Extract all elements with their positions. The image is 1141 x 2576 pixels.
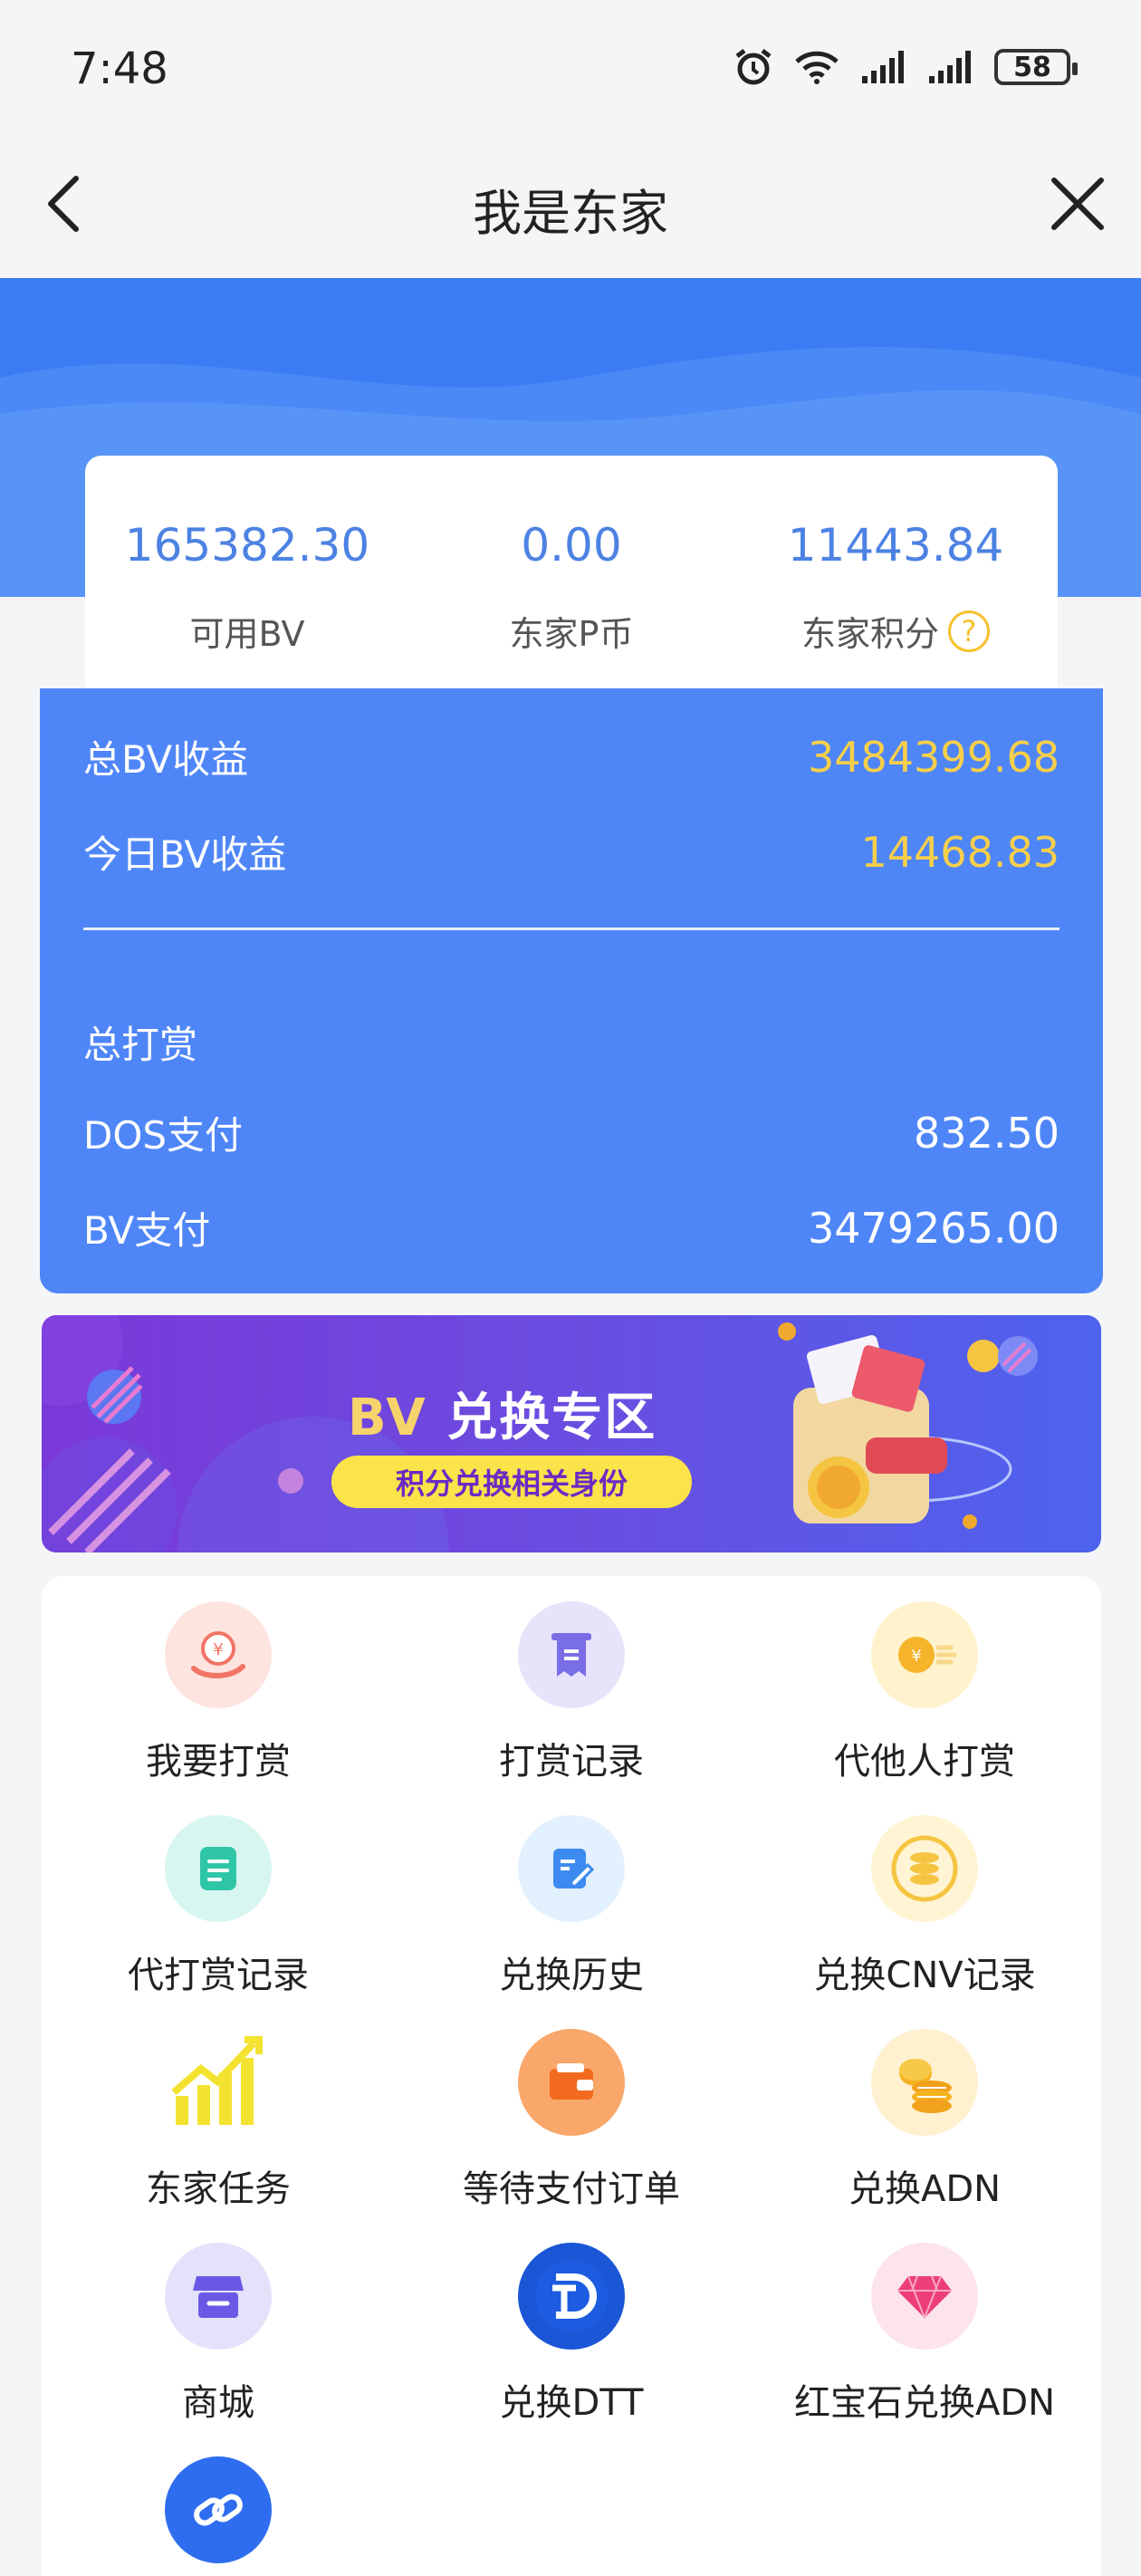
today-bv-label: 今日BV收益: [83, 832, 287, 877]
coin-stack-icon: [871, 1815, 978, 1922]
title-bar: 我是东家: [0, 140, 1141, 278]
grid-label: 我要打赏: [146, 1741, 291, 1783]
reward-hand-icon: ¥: [165, 1601, 272, 1708]
grid-label: 红宝石兑换ADN: [793, 2382, 1056, 2424]
grid-label: 商城: [182, 2382, 254, 2424]
store-icon: [165, 2243, 272, 2350]
banner-title: BV 兑换专区: [348, 1377, 657, 1450]
wifi-icon: [795, 51, 839, 84]
wallet-icon: [518, 2029, 625, 2136]
stat-label-text: 东家积分: [801, 614, 939, 654]
divider: [83, 928, 1060, 930]
banner-title-prefix: BV: [348, 1389, 427, 1447]
status-time: 7:48: [71, 43, 168, 94]
status-icons: 58: [734, 47, 1078, 87]
status-bar: 7:48 58: [0, 0, 1141, 140]
close-icon: [1051, 178, 1104, 230]
grid-item-pending-orders[interactable]: 等待支付订单: [395, 2004, 748, 2212]
today-bv-row: 今日BV收益 14468.83: [83, 824, 1060, 879]
svg-text:¥: ¥: [213, 1640, 223, 1659]
grid-label: 打赏记录: [499, 1741, 644, 1783]
edit-note-icon: [518, 1815, 625, 1922]
grid-item-exchange-dtt[interactable]: 兑换DTT: [395, 2217, 748, 2426]
grid-item-reward[interactable]: ¥ 我要打赏: [42, 1576, 395, 1784]
grid-item-exchange-history[interactable]: 兑换历史: [395, 1790, 748, 1998]
signal-icon-2: [929, 51, 971, 83]
growth-chart-icon: [165, 2029, 272, 2136]
tip-total-row: 总打赏: [83, 1014, 1060, 1070]
stat-p-coin[interactable]: 0.00 东家P币: [409, 456, 734, 689]
document-icon: [165, 1815, 272, 1922]
alarm-icon: [735, 49, 772, 85]
today-bv-value: 14468.83: [860, 827, 1060, 877]
bv-pay-label: BV支付: [83, 1208, 211, 1253]
coin-icon: ¥: [871, 1601, 978, 1708]
bv-exchange-banner[interactable]: BV 兑换专区 积分兑换相关身份: [42, 1315, 1101, 1552]
dos-pay-label: DOS支付: [83, 1113, 244, 1158]
stat-label: 东家积分 ?: [801, 606, 990, 656]
stat-available-bv[interactable]: 165382.30 可用BV: [85, 456, 409, 689]
total-bv-value: 3484399.68: [807, 732, 1060, 782]
grid-item-store[interactable]: 商城: [42, 2217, 395, 2426]
dtt-logo-icon: [518, 2243, 625, 2350]
bv-pay-row: BV支付 3479265.00: [83, 1200, 1060, 1255]
link-icon: [165, 2456, 272, 2563]
grid-label: 东家任务: [146, 2168, 291, 2210]
grid-item-ruby-exchange[interactable]: 红宝石兑换ADN: [748, 2217, 1101, 2426]
grid-item-cnv-records[interactable]: 兑换CNV记录: [748, 1790, 1101, 1998]
stats-card: 165382.30 可用BV 0.00 东家P币 11443.84 东家积分 ?: [85, 456, 1058, 689]
grid-label: 兑换CNV记录: [813, 1955, 1036, 1996]
gold-coins-icon: [871, 2029, 978, 2136]
grid-label: 等待支付订单: [463, 2168, 680, 2210]
stat-points[interactable]: 11443.84 东家积分 ?: [734, 456, 1058, 689]
help-icon[interactable]: ?: [948, 610, 990, 652]
stat-label-text: 可用BV: [189, 614, 305, 654]
grid-label: 代他人打赏: [834, 1741, 1015, 1783]
stat-label-text: 东家P币: [509, 614, 634, 654]
banner-pill: 积分兑换相关身份: [331, 1456, 692, 1508]
dos-pay-row: DOS支付 832.50: [83, 1105, 1060, 1160]
grid-label: 兑换DTT: [499, 2382, 644, 2424]
grid-item-exchange-adn[interactable]: 兑换ADN: [748, 2004, 1101, 2212]
stat-label: 东家P币: [510, 606, 634, 656]
dos-pay-value: 832.50: [914, 1108, 1060, 1158]
stat-value: 0.00: [521, 519, 622, 572]
ruby-icon: [871, 2243, 978, 2350]
receipt-icon: [518, 1601, 625, 1708]
total-bv-label: 总BV收益: [83, 737, 249, 782]
grid-item-reward-records[interactable]: 打赏记录: [395, 1576, 748, 1784]
grid-item-proxy-records[interactable]: 代打赏记录: [42, 1790, 395, 1998]
banner-title-rest: 兑换专区: [427, 1389, 657, 1447]
tip-total-label: 总打赏: [83, 1023, 198, 1067]
signal-icon: [862, 51, 904, 83]
stat-value: 11443.84: [787, 519, 1004, 572]
total-bv-row: 总BV收益 3484399.68: [83, 729, 1060, 784]
close-button[interactable]: [1041, 168, 1114, 240]
svg-text:¥: ¥: [911, 1647, 921, 1666]
stat-value: 165382.30: [124, 519, 370, 572]
feature-grid: ¥ 我要打赏 打赏记录 ¥ 代他人打赏 代打赏记录 兑换历史 兑换CNV记录 东…: [42, 1576, 1101, 2576]
grid-item-tasks[interactable]: 东家任务: [42, 2004, 395, 2212]
earnings-panel: 总BV收益 3484399.68 今日BV收益 14468.83 总打赏 DOS…: [40, 688, 1103, 1293]
page-title: 我是东家: [473, 185, 668, 242]
grid-item-reward-for-others[interactable]: ¥ 代他人打赏: [748, 1576, 1101, 1784]
grid-item-link[interactable]: [42, 2431, 395, 2576]
battery-indicator: 58: [994, 49, 1078, 85]
bv-pay-value: 3479265.00: [807, 1203, 1060, 1253]
grid-label: 兑换历史: [499, 1955, 644, 1996]
grid-label: 兑换ADN: [848, 2168, 1002, 2210]
grid-label: 代打赏记录: [128, 1955, 309, 1996]
stat-label: 可用BV: [190, 606, 305, 656]
